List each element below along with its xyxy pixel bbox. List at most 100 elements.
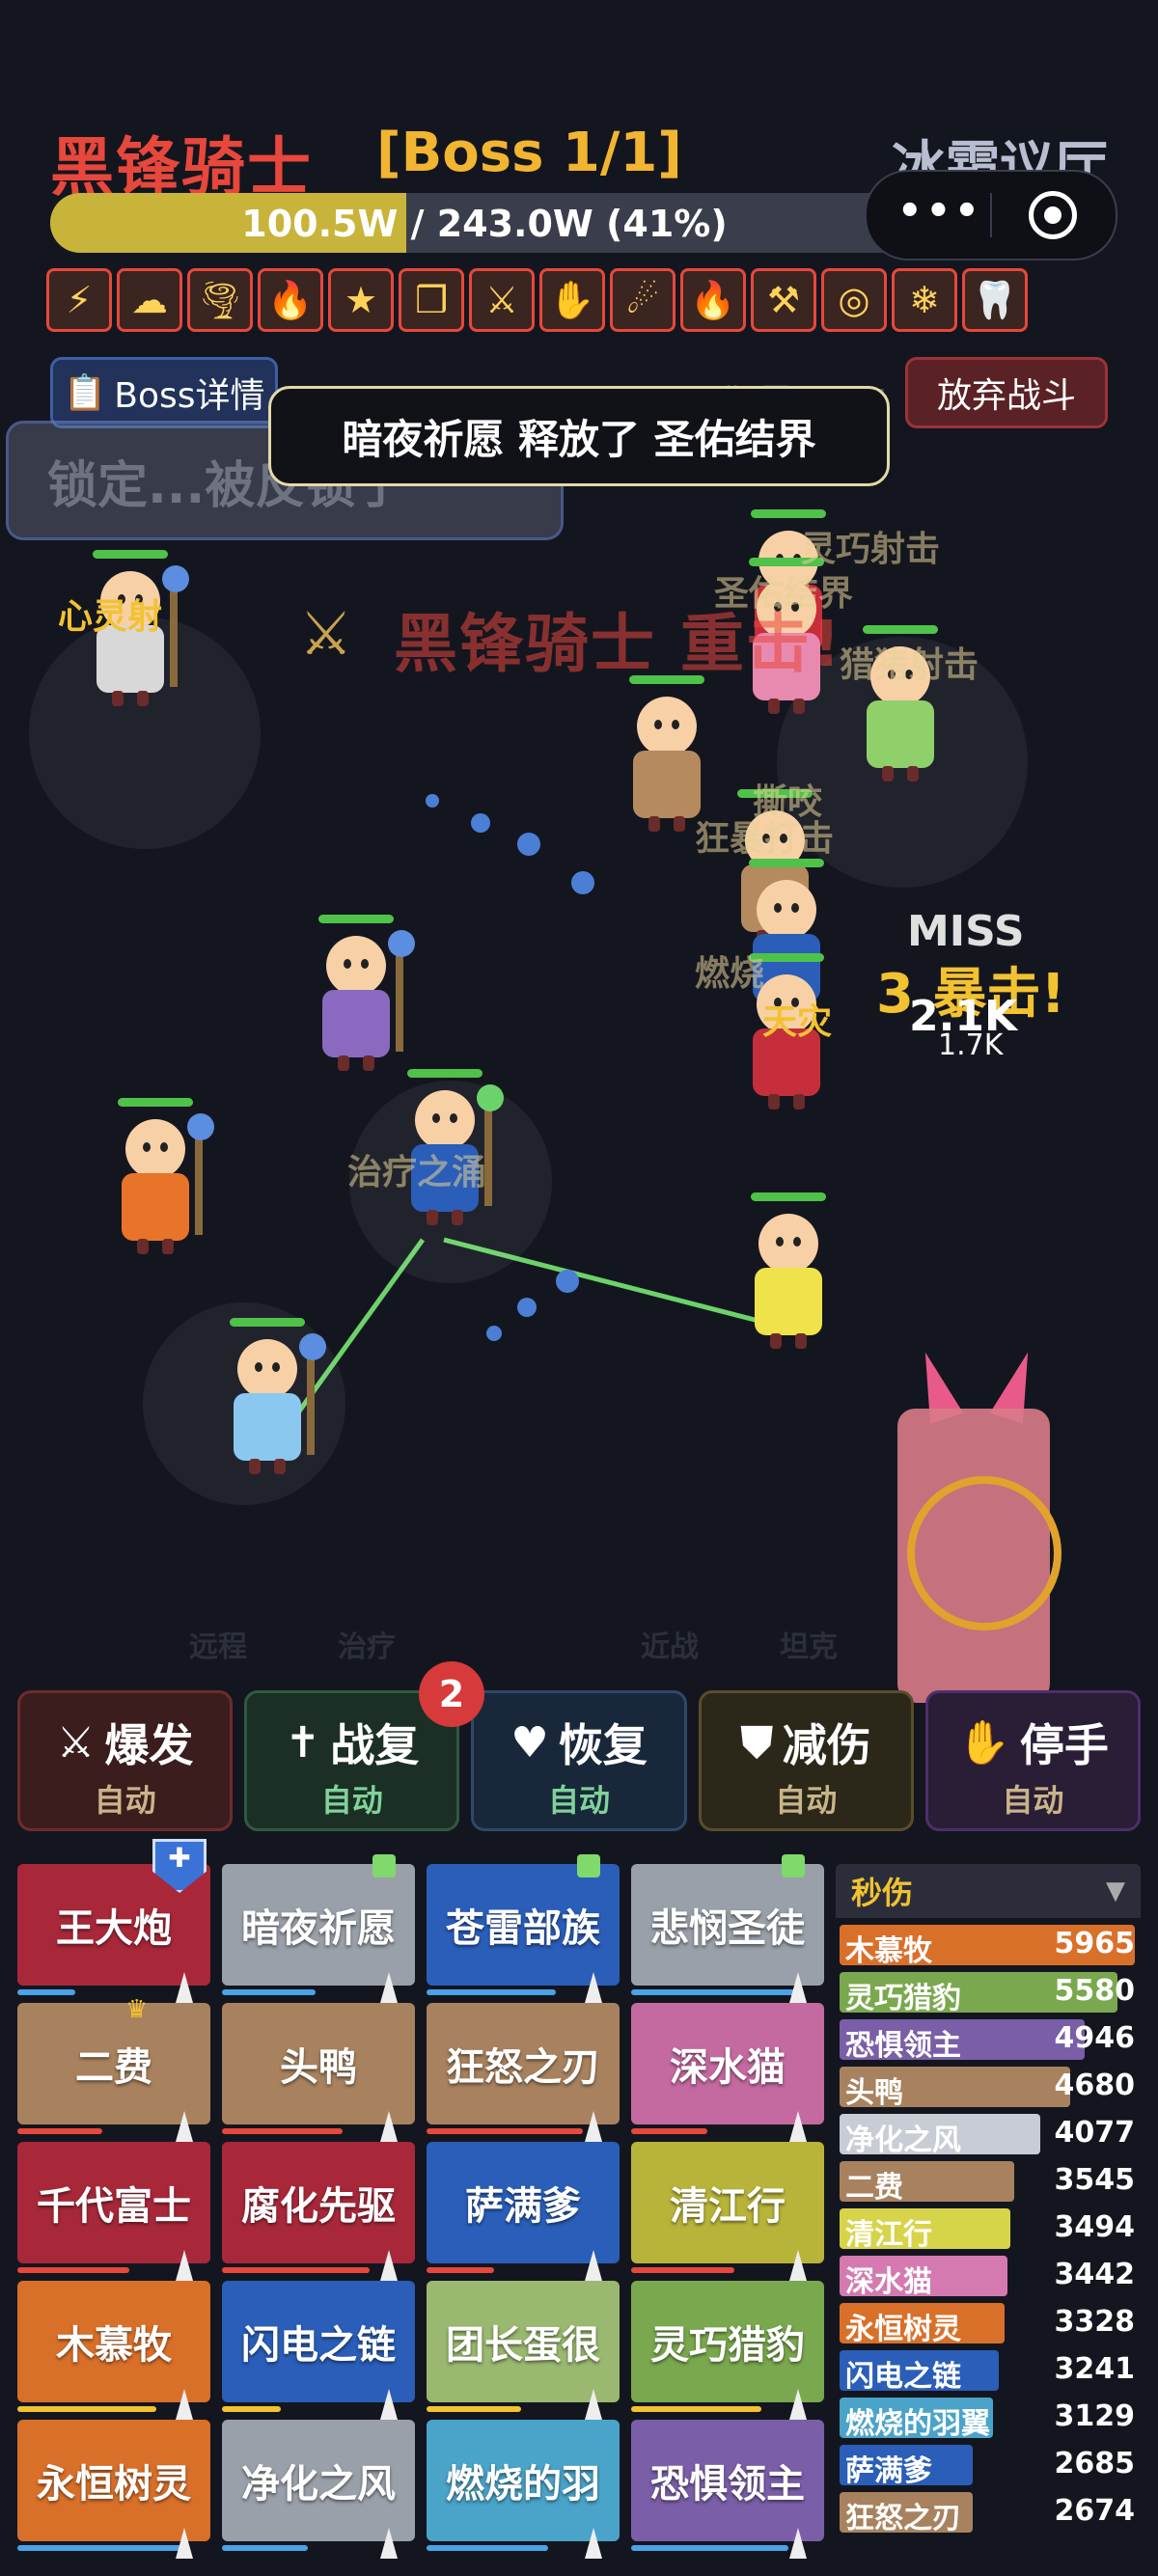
dps-row: 头鸭 4680 bbox=[836, 2067, 1141, 2110]
buff-icon[interactable]: ✋ bbox=[539, 268, 605, 332]
dps-hero-name: 清江行 bbox=[845, 2218, 932, 2252]
hero-name: 狂怒之刃 bbox=[446, 2045, 600, 2090]
sword-icon bbox=[789, 2111, 807, 2142]
hero-card[interactable]: 团长蛋很 bbox=[427, 2281, 620, 2420]
buff-icon[interactable]: ⚔ bbox=[469, 268, 535, 332]
buff-icon[interactable]: 🌪 bbox=[187, 268, 253, 332]
hero-name: 清江行 bbox=[670, 2184, 786, 2229]
buff-icon[interactable]: ☁ bbox=[117, 268, 182, 332]
dps-value: 3241 bbox=[1054, 2352, 1136, 2386]
hero-name: 燃烧的羽 bbox=[446, 2462, 600, 2507]
sword-icon bbox=[585, 2250, 602, 2281]
hero-name: 恐惧领主 bbox=[650, 2462, 805, 2507]
dps-value: 2685 bbox=[1054, 2447, 1136, 2480]
skill-mode: 自动 bbox=[1002, 1782, 1064, 1819]
buff-icon[interactable]: 🔥 bbox=[680, 268, 746, 332]
abandon-battle-button[interactable]: 放弃战斗 bbox=[905, 357, 1108, 428]
sword-icon bbox=[176, 1972, 193, 2003]
buff-icon[interactable]: ⚒ bbox=[751, 268, 816, 332]
hero-card[interactable]: 深水猫 bbox=[631, 2003, 824, 2142]
hero-name: 王大炮 bbox=[56, 1906, 172, 1951]
dropdown-arrow-icon[interactable]: ▼ bbox=[1106, 1877, 1125, 1905]
buff-icon[interactable]: ★ bbox=[328, 268, 394, 332]
battlefield: 灵巧射击 圣佑结界 心灵射 猎猪射击 撕咬 狂暴打击 燃烧 天灾 治疗之涌 MI… bbox=[0, 509, 1158, 1703]
dps-value: 3328 bbox=[1054, 2305, 1136, 2339]
hero-card[interactable]: 清江行 bbox=[631, 2142, 824, 2281]
boss-buff-bar: ⚡ ☁ 🌪 🔥 ★ ❒ ⚔ ✋ ☄ 🔥 ⚒ ◎ ❄ 🦷 bbox=[46, 268, 1028, 332]
dps-hero-name: 头鸭 bbox=[845, 2076, 903, 2110]
hero-cooldown-bar bbox=[222, 2267, 370, 2273]
skill-bar: ⚔ 爆发 自动 ✝ 战复 自动 ♥ 恢复 自动 ⛊ 减伤 自动 ✋ 停手 自动 bbox=[17, 1690, 1142, 1831]
lane-label: 近战 bbox=[641, 1631, 699, 1664]
sword-icon bbox=[380, 2250, 398, 2281]
crown-icon: ♛ bbox=[125, 1995, 149, 2024]
clipboard-icon: 📋 bbox=[63, 373, 107, 413]
boss-details-label: Boss详情 bbox=[114, 376, 265, 416]
hero-card[interactable]: 萨满爹 bbox=[427, 2142, 620, 2281]
hero-cooldown-bar bbox=[17, 2545, 183, 2551]
hero-cooldown-bar bbox=[222, 1989, 316, 1995]
dps-value: 4680 bbox=[1054, 2069, 1136, 2102]
sword-icon bbox=[380, 2528, 398, 2559]
sword-icon bbox=[380, 2111, 398, 2142]
skill-title: ⛊ 减伤 bbox=[702, 1711, 911, 1774]
hero-card[interactable]: 暗夜祈愿 bbox=[222, 1854, 415, 2003]
hero-cooldown-bar bbox=[631, 1989, 796, 1995]
buff-icon[interactable]: ❄ bbox=[892, 268, 957, 332]
skill-button[interactable]: ⛊ 减伤 自动 bbox=[698, 1690, 914, 1831]
dps-row: 永恒树灵 3328 bbox=[836, 2303, 1141, 2346]
hero-card[interactable]: 木慕牧 bbox=[17, 2281, 210, 2420]
hero-card[interactable]: 腐化先驱 bbox=[222, 2142, 415, 2281]
hero-card[interactable]: 燃烧的羽 bbox=[427, 2420, 620, 2559]
skill-name: 爆发 bbox=[104, 1719, 194, 1771]
more-menu-button[interactable]: ••• bbox=[897, 189, 983, 233]
hero-card[interactable]: 悲悯圣徒 bbox=[631, 1854, 824, 2003]
dps-row: 狂怒之刃 2674 bbox=[836, 2492, 1141, 2535]
hero-card[interactable]: 净化之风 bbox=[222, 2420, 415, 2559]
skill-mode: 自动 bbox=[320, 1782, 383, 1819]
boss-details-button[interactable]: 📋 Boss详情 bbox=[50, 357, 278, 428]
hero-card[interactable]: 恐惧领主 bbox=[631, 2420, 824, 2559]
gem-icon bbox=[782, 1854, 805, 1877]
hero-name: 暗夜祈愿 bbox=[241, 1906, 396, 1951]
hero-card[interactable]: 闪电之链 bbox=[222, 2281, 415, 2420]
hero-name: 灵巧猎豹 bbox=[650, 2323, 805, 2368]
dps-hero-name: 灵巧猎豹 bbox=[845, 1982, 961, 2015]
skill-title: ♥ 恢复 bbox=[474, 1711, 683, 1774]
hero-card[interactable]: 头鸭 bbox=[222, 2003, 415, 2142]
heavy-strike-text: 黑锋骑士 重击! bbox=[394, 607, 843, 681]
dps-row: 灵巧猎豹 5580 bbox=[836, 1972, 1141, 2015]
hero-card[interactable]: 千代富士 bbox=[17, 2142, 210, 2281]
buff-icon[interactable]: ☄ bbox=[610, 268, 676, 332]
gem-icon bbox=[577, 1854, 600, 1877]
sword-icon bbox=[380, 1972, 398, 2003]
skill-button[interactable]: ✋ 停手 自动 bbox=[924, 1690, 1142, 1831]
skill-title: ✝ 战复 bbox=[247, 1711, 456, 1774]
hero-card[interactable]: 灵巧猎豹 bbox=[631, 2281, 824, 2420]
hero-name: 悲悯圣徒 bbox=[650, 1906, 805, 1951]
damage-miss: MISS bbox=[907, 907, 1025, 956]
skill-icon: ⛊ bbox=[740, 1717, 773, 1768]
buff-icon[interactable]: ⚡ bbox=[46, 268, 112, 332]
hero-card[interactable]: 二费 bbox=[17, 2003, 210, 2142]
dps-header[interactable]: 秒伤 ▼ bbox=[836, 1864, 1141, 1918]
hero-cooldown-bar bbox=[17, 2128, 102, 2134]
crossed-swords-icon: ⚔ bbox=[299, 598, 353, 669]
hero-card[interactable]: 苍雷部族 bbox=[427, 1854, 620, 2003]
skill-button[interactable]: ⚔ 爆发 自动 bbox=[17, 1690, 234, 1831]
skill-button[interactable]: ♥ 恢复 自动 bbox=[471, 1690, 687, 1831]
buff-icon[interactable]: ◎ bbox=[821, 268, 887, 332]
hero-cooldown-bar bbox=[427, 2267, 494, 2273]
dps-hero-name: 净化之风 bbox=[845, 2124, 961, 2157]
hero-name: 木慕牧 bbox=[56, 2323, 172, 2368]
buff-icon[interactable]: ❒ bbox=[399, 268, 464, 332]
buff-icon[interactable]: 🔥 bbox=[258, 268, 323, 332]
hero-card[interactable]: 狂怒之刃 bbox=[427, 2003, 620, 2142]
buff-icon[interactable]: 🦷 bbox=[962, 268, 1028, 332]
hero-card[interactable]: 永恒树灵 bbox=[17, 2420, 210, 2559]
dps-hero-name: 恐惧领主 bbox=[845, 2029, 961, 2063]
close-target-icon[interactable] bbox=[1029, 191, 1077, 239]
hero-cooldown-bar bbox=[631, 2267, 734, 2273]
combat-floater: 狂暴打击 bbox=[695, 819, 835, 859]
hero-cooldown-bar bbox=[17, 2406, 156, 2412]
